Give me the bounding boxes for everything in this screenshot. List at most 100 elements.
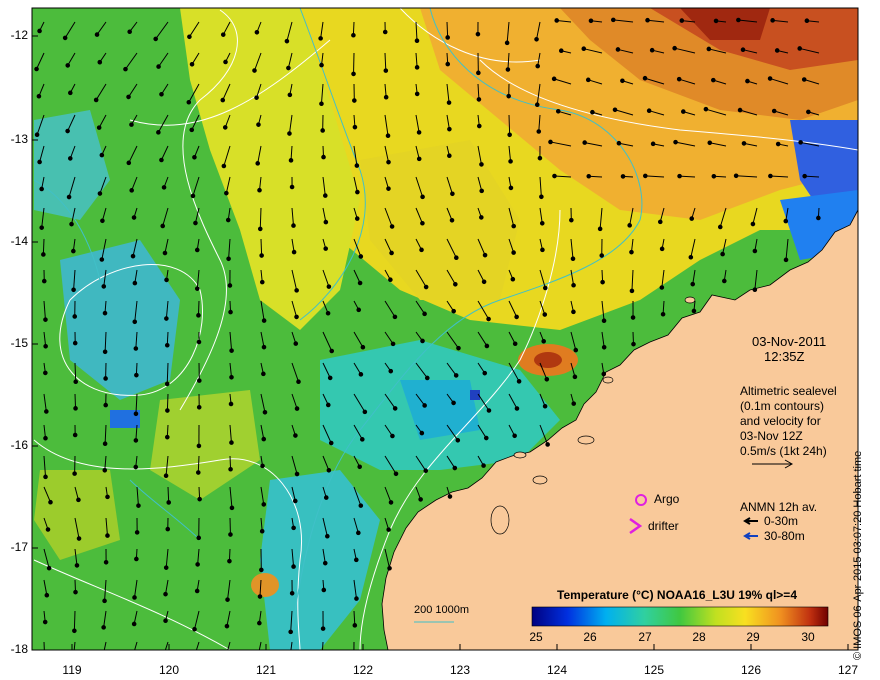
velocity-arrow-head (153, 36, 158, 42)
velocity-arrow-head (136, 503, 141, 508)
velocity-arrow-head (73, 589, 78, 595)
velocity-arrow-head (255, 161, 261, 166)
velocity-arrow-head (352, 623, 358, 628)
velocity-arrow-head (482, 252, 488, 258)
velocity-arrow-head (254, 95, 259, 100)
isobath-legend: 200 1000m (414, 604, 470, 616)
velocity-arrow-head (741, 141, 747, 146)
y-tick-label: -18 (10, 642, 28, 656)
velocity-arrow-head (450, 191, 455, 197)
altimetry-note: Altimetric sealevel (0.1m contours) and … (740, 384, 837, 459)
velocity-arrow-head (229, 440, 234, 445)
velocity-arrow-head (259, 279, 265, 285)
velocity-arrow-head (76, 497, 81, 503)
velocity-arrow-head (131, 621, 137, 627)
velocity-arrow-head (229, 505, 235, 511)
velocity-arrow (73, 610, 76, 631)
velocity-arrow-head (537, 155, 543, 161)
x-tick-label: 123 (449, 663, 471, 677)
colorbar-tick: 27 (638, 630, 652, 644)
velocity-arrow-head (660, 311, 666, 317)
velocity-arrow-head (197, 496, 202, 502)
velocity-arrow-head (192, 626, 197, 632)
velocity-arrow-head (318, 36, 323, 41)
velocity-arrow-head (486, 316, 491, 322)
velocity-arrow-head (39, 186, 44, 192)
velocity-arrow-head (388, 368, 394, 374)
velocity-arrow-head (99, 257, 105, 262)
velocity-arrow-head (508, 159, 513, 164)
velocity-arrow-head (449, 217, 455, 223)
velocity-arrow-head (416, 130, 422, 135)
velocity-arrow-head (646, 108, 652, 113)
velocity-arrow-head (162, 250, 168, 256)
velocity-arrow-head (783, 218, 789, 224)
velocity-arrow (446, 21, 449, 38)
velocity-arrow-head (187, 34, 192, 40)
velocity-arrow-head (294, 288, 299, 293)
velocity-arrow-head (227, 283, 233, 288)
velocity-arrow-head (126, 160, 132, 166)
velocity-arrow-head (193, 220, 198, 226)
velocity-arrow-head (631, 341, 636, 347)
velocity-arrow-head (132, 280, 138, 286)
velocity-arrow-head (37, 159, 42, 165)
velocity-arrow-head (540, 247, 545, 253)
argo-label: Argo (654, 492, 680, 506)
velocity-arrow-head (320, 653, 324, 657)
velocity-arrow-head (416, 156, 422, 162)
velocity-arrow-head (293, 433, 298, 438)
velocity-arrow-head (101, 284, 107, 289)
velocity-arrow-head (390, 341, 396, 347)
velocity-arrow-head (481, 463, 486, 468)
x-tick-label: 125 (643, 663, 665, 677)
velocity-arrow-head (707, 140, 713, 146)
velocity-arrow-head (354, 557, 359, 563)
velocity-arrow-head (127, 29, 132, 35)
velocity-arrow-head (291, 249, 297, 255)
velocity-arrow-head (798, 140, 803, 145)
velocity-arrow-head (94, 32, 100, 37)
velocity-arrow-head (752, 287, 758, 293)
velocity-arrow-head (72, 340, 78, 346)
velocity-arrow-head (736, 17, 741, 23)
velocity-arrow-head (196, 313, 201, 318)
velocity-arrow-head (601, 345, 607, 350)
velocity-arrow-head (505, 67, 511, 72)
colorbar-tick: 26 (583, 630, 597, 644)
velocity-arrow-head (383, 68, 389, 73)
velocity-arrow-head (195, 470, 201, 475)
velocity-arrow-head (289, 184, 295, 190)
velocity-arrow-head (548, 139, 553, 145)
colorbar-tick: 25 (529, 630, 543, 644)
velocity-arrow-head (768, 173, 773, 179)
velocity-arrow-head (165, 526, 171, 532)
velocity-arrow-head (294, 406, 300, 411)
velocity-arrow-head (535, 63, 541, 69)
velocity-arrow-head (681, 109, 686, 114)
velocity-arrow-head (356, 307, 362, 313)
velocity-arrow-head (775, 141, 781, 147)
velocity-arrow-head (571, 401, 577, 406)
velocity-arrow-head (129, 122, 134, 127)
velocity-arrow-head (750, 221, 756, 227)
velocity-arrow-head (160, 223, 166, 229)
velocity-arrow-head (452, 465, 458, 471)
velocity-arrow-head (129, 660, 133, 664)
velocity-arrow-head (484, 343, 490, 349)
velocity-arrow-head (514, 314, 519, 320)
velocity-arrow-head (329, 348, 335, 354)
velocity-arrow-head (414, 65, 420, 70)
velocity-arrow-head (645, 17, 650, 23)
velocity-arrow-head (323, 495, 329, 500)
y-tick-label: -12 (10, 28, 28, 42)
velocity-arrow-head (616, 140, 622, 146)
velocity-arrow-head (105, 494, 110, 500)
velocity-arrow-head (164, 342, 170, 348)
velocity-arrow-head (43, 474, 48, 480)
velocity-arrow-head (642, 75, 648, 81)
velocity-arrow-head (229, 348, 234, 353)
velocity-arrow-head (422, 311, 427, 317)
velocity-arrow-head (420, 338, 425, 344)
velocity-arrow-head (447, 494, 453, 499)
